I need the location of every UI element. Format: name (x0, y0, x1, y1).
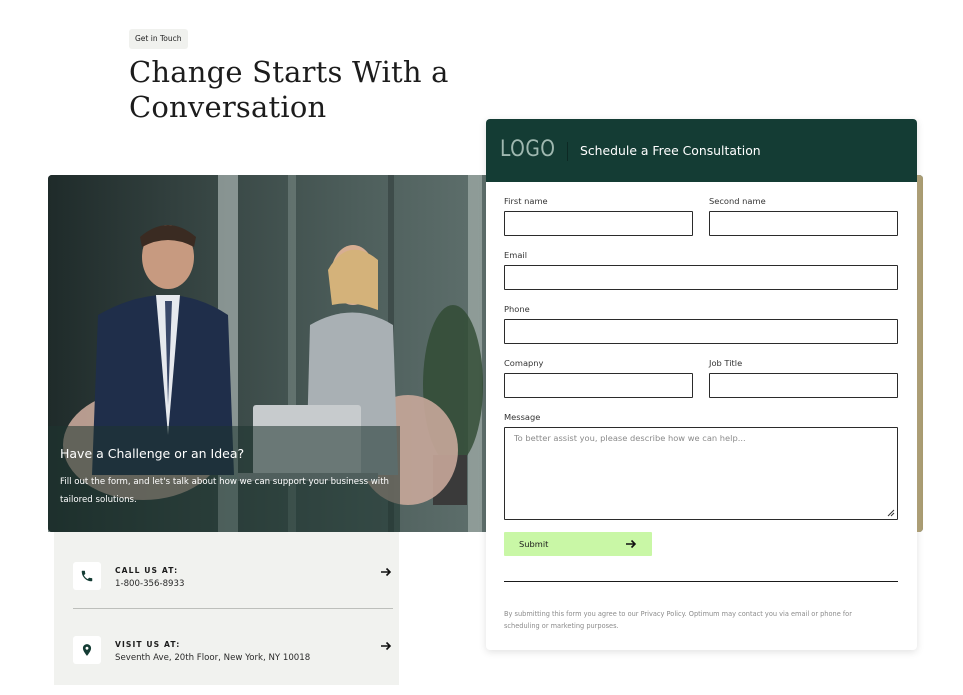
title-line-1: Change Starts With a (129, 55, 449, 89)
contact-card: CALL US AT: 1-800-356-8933 VISIT US AT: … (54, 532, 399, 685)
title-line-2: Conversation (129, 90, 327, 124)
second-name-label: Second name (709, 196, 766, 206)
call-us-number: 1-800-356-8933 (115, 579, 185, 589)
caption-text: Fill out the form, and let's talk about … (60, 477, 390, 505)
call-us-title: CALL US AT: (115, 566, 179, 575)
consultation-form: LOGO Schedule a Free Consultation First … (486, 119, 917, 650)
arrow-right-icon[interactable] (379, 565, 393, 579)
visit-us-row[interactable]: VISIT US AT: Seventh Ave, 20th Floor, Ne… (73, 632, 393, 672)
first-name-label: First name (504, 196, 548, 206)
submit-button[interactable]: Submit (504, 532, 652, 556)
form-header: LOGO Schedule a Free Consultation (486, 119, 917, 182)
message-placeholder: To better assist you, please describe ho… (514, 433, 746, 443)
resize-handle-icon[interactable] (887, 509, 895, 517)
job-title-label: Job Title (709, 358, 743, 368)
arrow-right-icon[interactable] (379, 639, 393, 653)
page-title: Change Starts With a Conversation (129, 55, 469, 125)
call-us-row[interactable]: CALL US AT: 1-800-356-8933 (73, 558, 393, 598)
phone-input[interactable] (504, 319, 898, 344)
location-pin-icon (73, 636, 101, 664)
photo-caption: Have a Challenge or an Idea? Fill out th… (48, 426, 400, 532)
contact-divider (73, 608, 393, 609)
company-label: Comapny (504, 358, 544, 368)
job-title-input[interactable] (709, 373, 898, 398)
email-input[interactable] (504, 265, 898, 290)
arrow-right-icon (626, 539, 637, 549)
email-label: Email (504, 250, 528, 260)
form-divider (504, 581, 898, 582)
first-name-input[interactable] (504, 211, 693, 236)
form-title: Schedule a Free Consultation (580, 143, 761, 158)
header-separator (567, 142, 568, 161)
visit-us-title: VISIT US AT: (115, 640, 181, 649)
phone-icon (73, 562, 101, 590)
message-textarea[interactable]: To better assist you, please describe ho… (504, 427, 898, 520)
logo: LOGO (500, 137, 556, 162)
phone-label: Phone (504, 304, 530, 314)
company-input[interactable] (504, 373, 693, 398)
privacy-disclaimer: By submitting this form you agree to our… (504, 610, 852, 630)
message-label: Message (504, 412, 541, 422)
submit-label: Submit (519, 539, 549, 549)
visit-us-address: Seventh Ave, 20th Floor, New York, NY 10… (115, 653, 311, 663)
second-name-input[interactable] (709, 211, 898, 236)
section-tag: Get in Touch (129, 29, 188, 49)
caption-title: Have a Challenge or an Idea? (60, 446, 245, 461)
